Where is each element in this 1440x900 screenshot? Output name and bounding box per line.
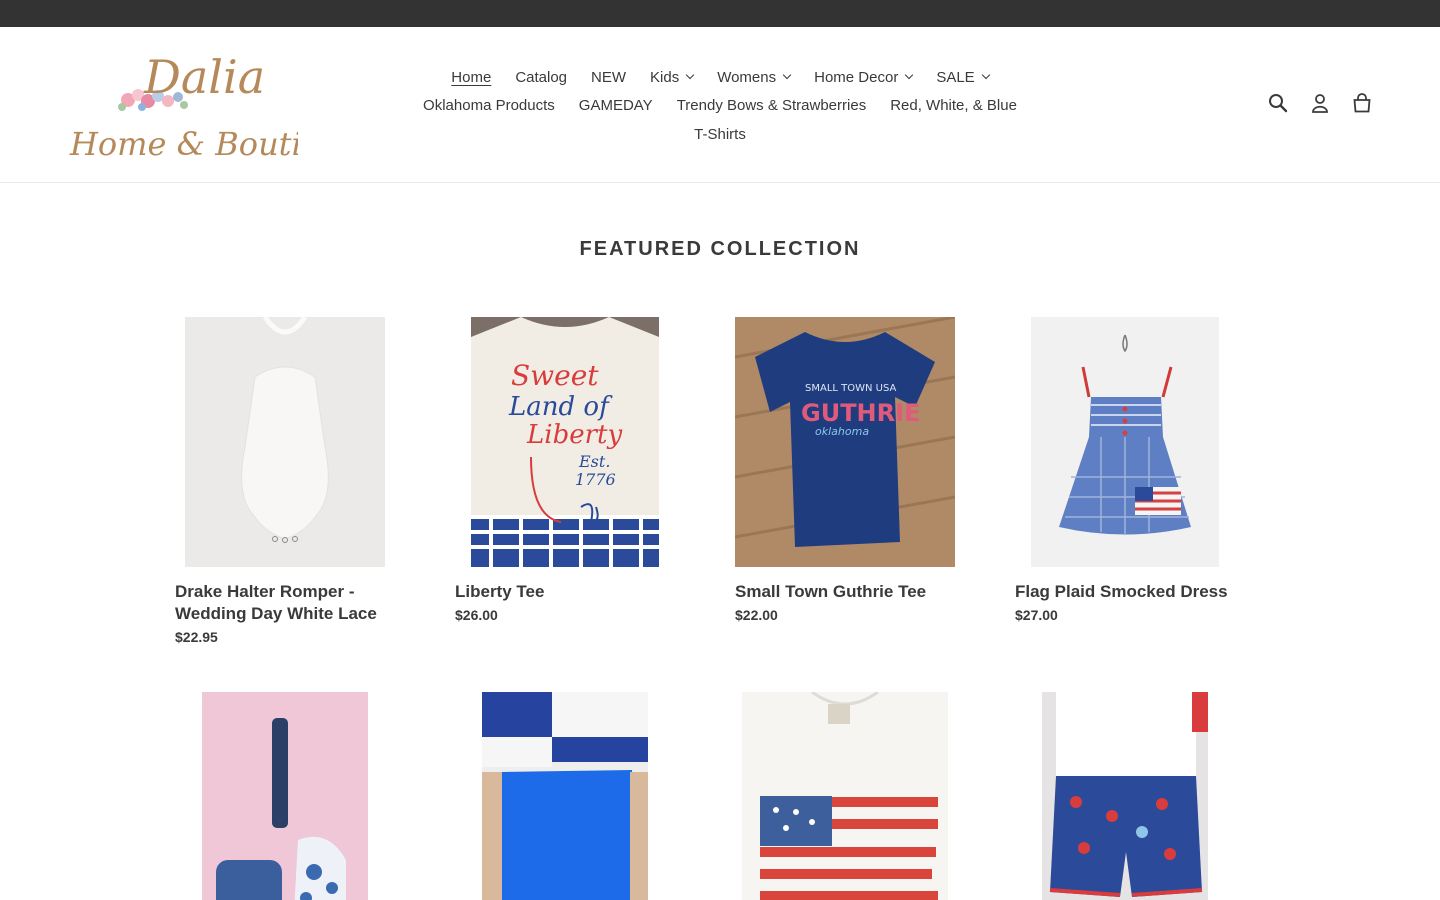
- nav-item-label: GAMEDAY: [578, 97, 653, 115]
- product-title[interactable]: Flag Plaid Smocked Dress: [1015, 581, 1245, 603]
- nav-item-t-shirts[interactable]: T-Shirts: [682, 126, 758, 143]
- liberty-text-4: Est.: [578, 452, 610, 471]
- nav-row-1: Home Catalog NEW Kids Womens Home Decor …: [400, 63, 1040, 92]
- product-image[interactable]: [742, 692, 948, 900]
- guthrie-text-3: oklahoma: [815, 425, 869, 438]
- guthrie-text-1: SMALL TOWN USA: [805, 383, 897, 394]
- announcement-bar: [0, 0, 1440, 27]
- nav-item-label: Home Decor: [814, 68, 899, 86]
- nav-item-womens[interactable]: Womens: [705, 69, 802, 86]
- shorts-illustration: [1049, 692, 1208, 897]
- product-title[interactable]: Liberty Tee: [455, 581, 685, 603]
- logo-line2: Home & Boutique: [69, 125, 298, 163]
- nav-item-label: Kids: [650, 68, 680, 86]
- nav-item-home[interactable]: Home: [439, 69, 503, 86]
- nav-item-label: Trendy Bows & Strawberries: [676, 97, 867, 115]
- product-price: $26.00: [455, 607, 498, 623]
- nav-item-label: Home: [451, 68, 492, 86]
- nav-item-gameday[interactable]: GAMEDAY: [567, 97, 665, 114]
- product-image[interactable]: [1031, 317, 1219, 567]
- logo-line1: Dalia: [143, 50, 265, 104]
- nav-row-3: T-Shirts: [400, 120, 1040, 149]
- header-icons: [1266, 91, 1374, 115]
- nav-item-home-decor[interactable]: Home Decor: [802, 69, 924, 86]
- product-image[interactable]: [185, 317, 385, 567]
- chevron-down-icon: [685, 71, 695, 80]
- liberty-tee-illustration: Sweet Land of Liberty Est. 1776: [471, 317, 659, 567]
- nav-item-catalog[interactable]: Catalog: [503, 69, 579, 86]
- cart-icon[interactable]: [1350, 91, 1374, 115]
- product-image[interactable]: SMALL TOWN USA GUTHRIE oklahoma: [735, 317, 955, 567]
- product-image[interactable]: [1042, 692, 1208, 900]
- product-price: $27.00: [1015, 607, 1058, 623]
- guthrie-text-2: GUTHRIE: [801, 399, 920, 427]
- dress-illustration: [1059, 334, 1191, 535]
- logo-image: Dalia Home & Boutique: [69, 50, 362, 163]
- site-header: Dalia Home & Boutique Home Catalog NEW K…: [0, 27, 1440, 183]
- chevron-down-icon: [981, 71, 990, 80]
- nav-item-new[interactable]: NEW: [579, 69, 638, 86]
- product-image[interactable]: Sweet Land of Liberty Est. 1776: [471, 317, 659, 567]
- romper-illustration: [241, 317, 329, 543]
- nav-item-label: Womens: [717, 68, 777, 86]
- nav-item-label: Red, White, & Blue: [890, 97, 1017, 115]
- chevron-down-icon: [905, 71, 914, 80]
- nav-item-trendy-bows[interactable]: Trendy Bows & Strawberries: [665, 97, 879, 114]
- site-logo[interactable]: Dalia Home & Boutique: [66, 43, 362, 169]
- wristlet-illustration: [216, 718, 346, 900]
- nav-item-kids[interactable]: Kids: [638, 69, 705, 86]
- nav-item-label: Catalog: [515, 68, 568, 86]
- guthrie-tee-illustration: SMALL TOWN USA GUTHRIE oklahoma: [735, 317, 955, 547]
- liberty-text-3: Liberty: [526, 420, 622, 450]
- product-title[interactable]: Drake Halter Romper - Wedding Day White …: [175, 581, 405, 625]
- featured-collection-title: FEATURED COLLECTION: [579, 238, 861, 260]
- nav-item-label: T-Shirts: [694, 125, 746, 143]
- main-navigation: Home Catalog NEW Kids Womens Home Decor …: [400, 63, 1040, 149]
- nav-row-2: Oklahoma Products GAMEDAY Trendy Bows & …: [400, 92, 1040, 121]
- nav-item-label: Oklahoma Products: [423, 97, 555, 115]
- product-image[interactable]: [482, 692, 648, 900]
- product-title[interactable]: Small Town Guthrie Tee: [735, 581, 965, 603]
- nav-item-sale[interactable]: SALE: [924, 69, 1000, 86]
- nav-item-label: NEW: [591, 68, 627, 86]
- product-price: $22.95: [175, 629, 218, 645]
- liberty-text-2: Land of: [508, 392, 613, 422]
- nav-item-label: SALE: [936, 68, 975, 86]
- product-price: $22.00: [735, 607, 778, 623]
- liberty-text-5: 1776: [575, 470, 616, 489]
- account-icon[interactable]: [1308, 91, 1332, 115]
- nav-item-red-white-blue[interactable]: Red, White, & Blue: [878, 97, 1029, 114]
- liberty-text-1: Sweet: [511, 359, 599, 392]
- product-image[interactable]: [202, 692, 368, 900]
- skirt-illustration: [482, 692, 648, 900]
- flag-tee-illustration: [760, 692, 938, 900]
- search-icon[interactable]: [1266, 91, 1290, 115]
- nav-item-oklahoma-products[interactable]: Oklahoma Products: [411, 97, 567, 114]
- chevron-down-icon: [782, 71, 792, 80]
